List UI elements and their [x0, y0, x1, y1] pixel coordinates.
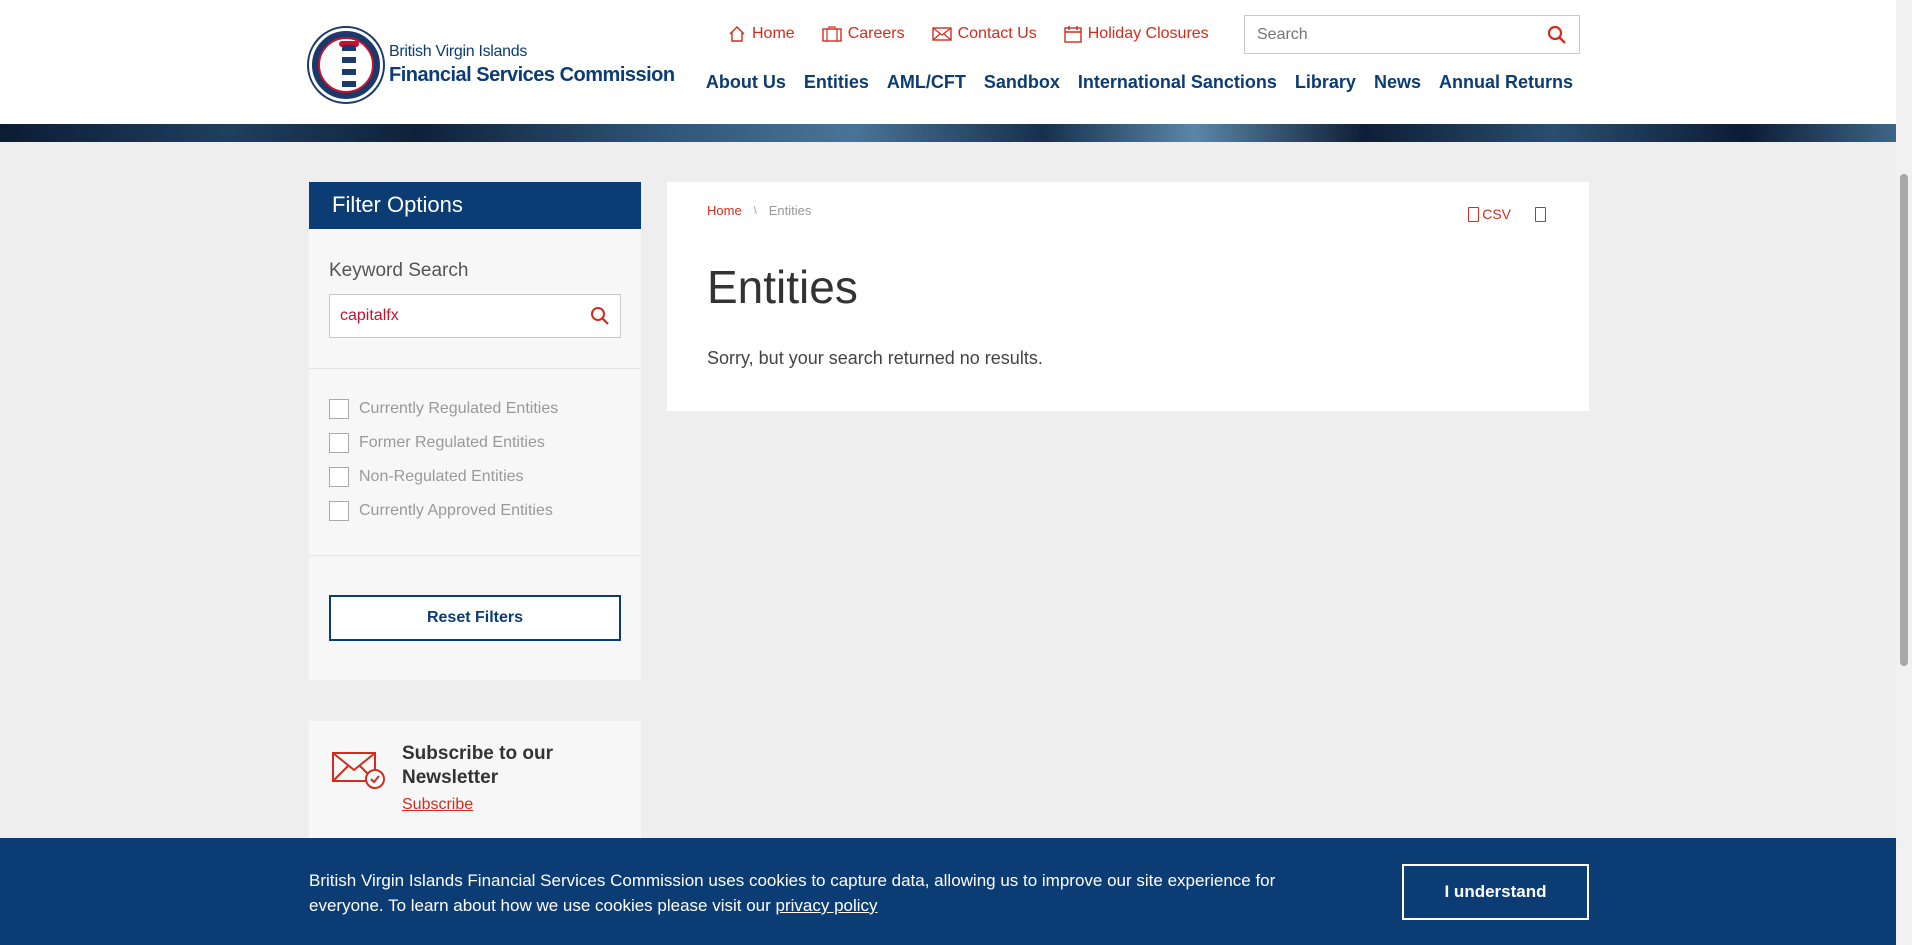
csv-export-button[interactable]: CSV — [1468, 206, 1511, 222]
nav-entities[interactable]: Entities — [804, 72, 869, 93]
utility-contact-label: Contact Us — [957, 25, 1037, 42]
search-icon — [591, 307, 609, 325]
filter-option-label: Currently Regulated Entities — [359, 400, 559, 417]
breadcrumb-home[interactable]: Home — [707, 203, 742, 218]
site-search — [1244, 15, 1580, 54]
checkbox[interactable] — [329, 433, 349, 453]
filter-currently-approved[interactable]: Currently Approved Entities — [329, 494, 558, 528]
newsletter-mail-icon — [332, 752, 385, 789]
filter-title: Filter Options — [309, 182, 641, 229]
no-results-message: Sorry, but your search returned no resul… — [707, 348, 1043, 368]
filter-option-label: Non-Regulated Entities — [359, 468, 524, 485]
filter-option-label: Former Regulated Entities — [359, 434, 545, 451]
filter-option-label: Currently Approved Entities — [359, 502, 553, 519]
utility-contact-link[interactable]: Contact Us — [931, 25, 1037, 43]
csv-file-icon — [1468, 206, 1480, 222]
utility-careers-label: Careers — [847, 25, 905, 42]
nav-news[interactable]: News — [1374, 72, 1421, 93]
nav-international-sanctions[interactable]: International Sanctions — [1078, 72, 1277, 93]
subscribe-link[interactable]: Subscribe — [402, 796, 473, 814]
page-scrollbar[interactable] — [1896, 0, 1912, 945]
nav-library[interactable]: Library — [1295, 72, 1356, 93]
briefcase-icon — [821, 26, 842, 42]
breadcrumb-separator: \ — [753, 204, 757, 217]
entity-type-filters: Currently Regulated Entities Former Regu… — [329, 392, 558, 528]
csv-label: CSV — [1482, 206, 1511, 222]
filter-panel: Filter Options Keyword Search Currently … — [309, 182, 641, 680]
filter-non-regulated[interactable]: Non-Regulated Entities — [329, 460, 558, 494]
keyword-search-input[interactable] — [330, 295, 580, 337]
cookie-accept-button[interactable]: I understand — [1402, 864, 1589, 920]
breadcrumb: Home \ Entities — [707, 203, 811, 218]
filter-divider — [309, 555, 641, 556]
nav-sandbox[interactable]: Sandbox — [984, 72, 1060, 93]
main-nav: About Us Entities AML/CFT Sandbox Intern… — [688, 72, 1573, 93]
newsletter-box: Subscribe to our Newsletter Subscribe — [309, 721, 641, 839]
main-content: Home \ Entities CSV Entities Sorry, but … — [667, 182, 1589, 411]
checkbox[interactable] — [329, 399, 349, 419]
mail-icon — [931, 27, 952, 41]
checkbox[interactable] — [329, 467, 349, 487]
checkbox[interactable] — [329, 501, 349, 521]
nav-annual-returns[interactable]: Annual Returns — [1439, 72, 1573, 93]
nav-about-us[interactable]: About Us — [706, 72, 786, 93]
reset-filters-button[interactable]: Reset Filters — [329, 595, 621, 641]
fsc-seal-icon — [309, 28, 383, 102]
keyword-search-button[interactable] — [590, 306, 610, 331]
site-header: British Virgin Islands Financial Service… — [0, 0, 1896, 124]
keyword-search-label: Keyword Search — [329, 260, 469, 281]
search-icon — [1547, 25, 1566, 44]
logo-line-2: Financial Services Commission — [389, 64, 675, 86]
filter-currently-regulated[interactable]: Currently Regulated Entities — [329, 392, 558, 426]
newsletter-title: Subscribe to our Newsletter — [402, 743, 553, 788]
privacy-policy-link[interactable]: privacy policy — [776, 896, 878, 915]
utility-nav: Home Careers Contact Us Holiday Closures — [728, 25, 1236, 43]
utility-holiday-label: Holiday Closures — [1087, 25, 1209, 42]
site-search-input[interactable] — [1245, 25, 1535, 44]
utility-home-label: Home — [752, 25, 795, 42]
utility-home-link[interactable]: Home — [728, 25, 795, 43]
page-title: Entities — [707, 261, 858, 313]
site-logo[interactable]: British Virgin Islands Financial Service… — [309, 28, 675, 102]
scrollbar-thumb[interactable] — [1900, 174, 1908, 666]
export-tools: CSV — [1468, 206, 1549, 222]
cookie-banner: British Virgin Islands Financial Service… — [0, 838, 1896, 945]
print-icon — [1535, 206, 1546, 222]
filter-former-regulated[interactable]: Former Regulated Entities — [329, 426, 558, 460]
logo-line-1: British Virgin Islands — [389, 43, 528, 60]
calendar-icon — [1064, 26, 1082, 43]
breadcrumb-current: Entities — [768, 203, 812, 218]
nav-aml-cft[interactable]: AML/CFT — [887, 72, 966, 93]
site-search-button[interactable] — [1547, 25, 1567, 50]
cookie-message: British Virgin Islands Financial Service… — [309, 868, 1319, 918]
home-icon — [729, 26, 745, 42]
filter-divider — [309, 368, 641, 369]
utility-holiday-link[interactable]: Holiday Closures — [1064, 25, 1209, 43]
print-button[interactable] — [1535, 206, 1549, 222]
utility-careers-link[interactable]: Careers — [821, 25, 905, 43]
keyword-search-box — [329, 294, 621, 338]
hero-banner-image — [0, 124, 1896, 142]
